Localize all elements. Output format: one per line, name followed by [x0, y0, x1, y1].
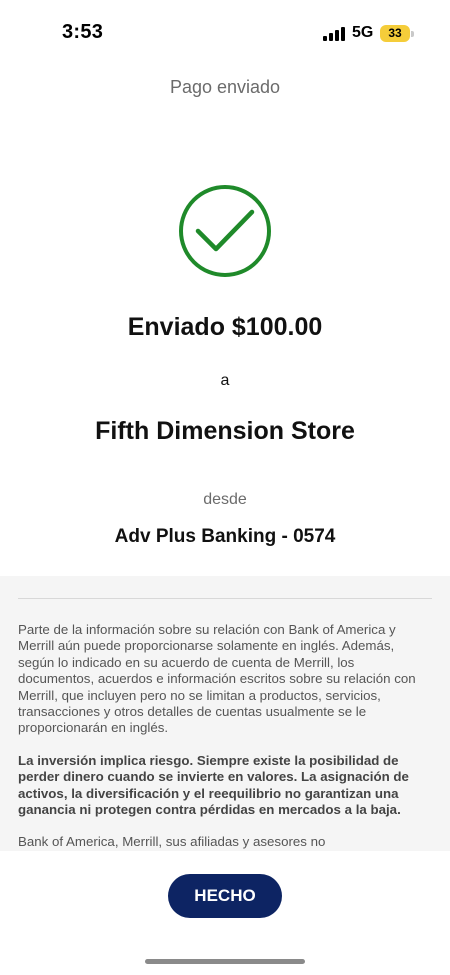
battery-icon: 33	[380, 25, 410, 42]
disclosure-paragraph: Bank of America, Merrill, sus afiliadas …	[18, 834, 326, 850]
network-type: 5G	[352, 24, 374, 41]
battery-level: 33	[388, 26, 402, 40]
source-account: Adv Plus Banking - 0574	[114, 526, 336, 547]
disclosure-paragraph: Parte de la información sobre su relació…	[18, 622, 416, 736]
done-button[interactable]: HECHO	[168, 874, 282, 918]
recipient-name: Fifth Dimension Store	[95, 417, 355, 445]
footer: HECHO	[0, 851, 450, 975]
status-bar: 3:53 5G 33	[0, 0, 450, 60]
from-label: desde	[203, 491, 247, 508]
home-indicator[interactable]	[145, 959, 305, 964]
page-title: Pago enviado	[169, 77, 281, 97]
disclosure-panel[interactable]: Parte de la información sobre su relació…	[0, 576, 450, 851]
battery-tip	[411, 31, 414, 37]
checkmark-circle-icon	[179, 185, 271, 277]
to-label: a	[220, 372, 230, 389]
disclosure-text: Parte de la información sobre su relació…	[18, 622, 432, 851]
risk-disclosure-paragraph: La inversión implica riesgo. Siempre exi…	[18, 752, 409, 818]
sent-amount: Enviado $100.00	[127, 313, 323, 341]
status-time: 3:53	[62, 21, 104, 43]
divider	[18, 598, 432, 599]
signal-strength-icon	[323, 27, 345, 41]
